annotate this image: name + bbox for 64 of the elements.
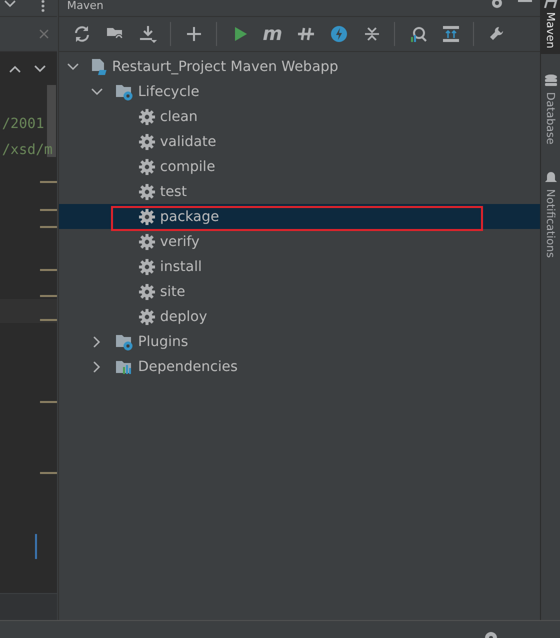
chevron-down-icon[interactable] xyxy=(91,86,103,98)
gutter-mark xyxy=(40,319,57,321)
side-tab[interactable]: Notifications xyxy=(541,164,560,264)
tree-item[interactable]: Lifecycle xyxy=(59,79,540,104)
change-marker xyxy=(35,534,37,559)
gear-icon xyxy=(139,208,155,224)
tree-item[interactable]: deploy xyxy=(59,304,540,329)
folder-gear-icon xyxy=(115,332,133,350)
tree-item[interactable]: install xyxy=(59,254,540,279)
tree-item[interactable]: verify xyxy=(59,229,540,254)
download-icon xyxy=(138,25,156,43)
gutter-mark xyxy=(40,401,57,403)
tree-item[interactable]: clean xyxy=(59,104,540,129)
folder-gear-icon xyxy=(115,82,133,100)
tree-item[interactable]: Dependencies xyxy=(59,354,540,379)
gear-icon xyxy=(139,108,155,124)
settings-icon[interactable] xyxy=(490,0,504,10)
gutter-mark xyxy=(40,295,57,297)
refresh-icon xyxy=(72,25,90,43)
minimize-icon[interactable] xyxy=(518,0,532,4)
plus-icon xyxy=(184,25,202,43)
gear-icon xyxy=(139,308,155,324)
tree-item[interactable]: site xyxy=(59,279,540,304)
tree-item[interactable]: Plugins xyxy=(59,329,540,354)
gear-icon xyxy=(139,258,155,274)
lightning-icon xyxy=(330,25,348,43)
chevron-down-icon[interactable] xyxy=(67,60,79,72)
side-tab[interactable]: Maven xyxy=(541,0,560,54)
chevron-down-icon[interactable] xyxy=(4,0,16,8)
database-icon xyxy=(544,74,558,88)
gutter-mark xyxy=(40,472,57,474)
chevron-down-icon[interactable] xyxy=(34,64,46,72)
tree-item[interactable]: test xyxy=(59,179,540,204)
collapse-icon xyxy=(362,25,380,43)
gear-icon xyxy=(139,184,155,200)
gear-icon xyxy=(139,284,155,300)
bell-icon xyxy=(544,170,558,185)
chevron-right-icon[interactable] xyxy=(91,360,103,372)
tree-item[interactable]: package xyxy=(59,204,540,229)
gutter-mark xyxy=(40,209,57,211)
gutter-mark xyxy=(40,226,57,228)
chevron-up-icon[interactable] xyxy=(9,64,21,72)
diagram-icon xyxy=(442,25,460,43)
chevron-right-icon[interactable] xyxy=(91,336,103,348)
wrench-icon xyxy=(488,25,506,43)
folder-chart-icon xyxy=(115,358,133,374)
panel-title: Maven xyxy=(67,0,104,12)
maven-project-icon xyxy=(91,58,107,76)
tree-item[interactable]: Restaurt_Project Maven Webapp xyxy=(59,54,540,79)
gutter-mark xyxy=(40,181,57,183)
maven-goal-button[interactable]: m xyxy=(258,21,287,47)
gear-icon xyxy=(139,134,155,150)
side-tab[interactable]: Database xyxy=(541,68,560,151)
gutter-mark xyxy=(40,269,57,271)
settings-icon[interactable] xyxy=(484,630,498,638)
tree-item[interactable]: compile xyxy=(59,154,540,179)
more-icon[interactable] xyxy=(41,0,45,12)
gear-icon xyxy=(139,158,155,174)
gear-icon xyxy=(139,234,155,250)
magnifier-chart-icon xyxy=(408,25,426,43)
code-line: /xsd/m xyxy=(1,141,54,160)
tree-item[interactable]: validate xyxy=(59,129,540,154)
code-line: /2001 xyxy=(1,115,46,134)
offline-icon xyxy=(296,25,314,43)
